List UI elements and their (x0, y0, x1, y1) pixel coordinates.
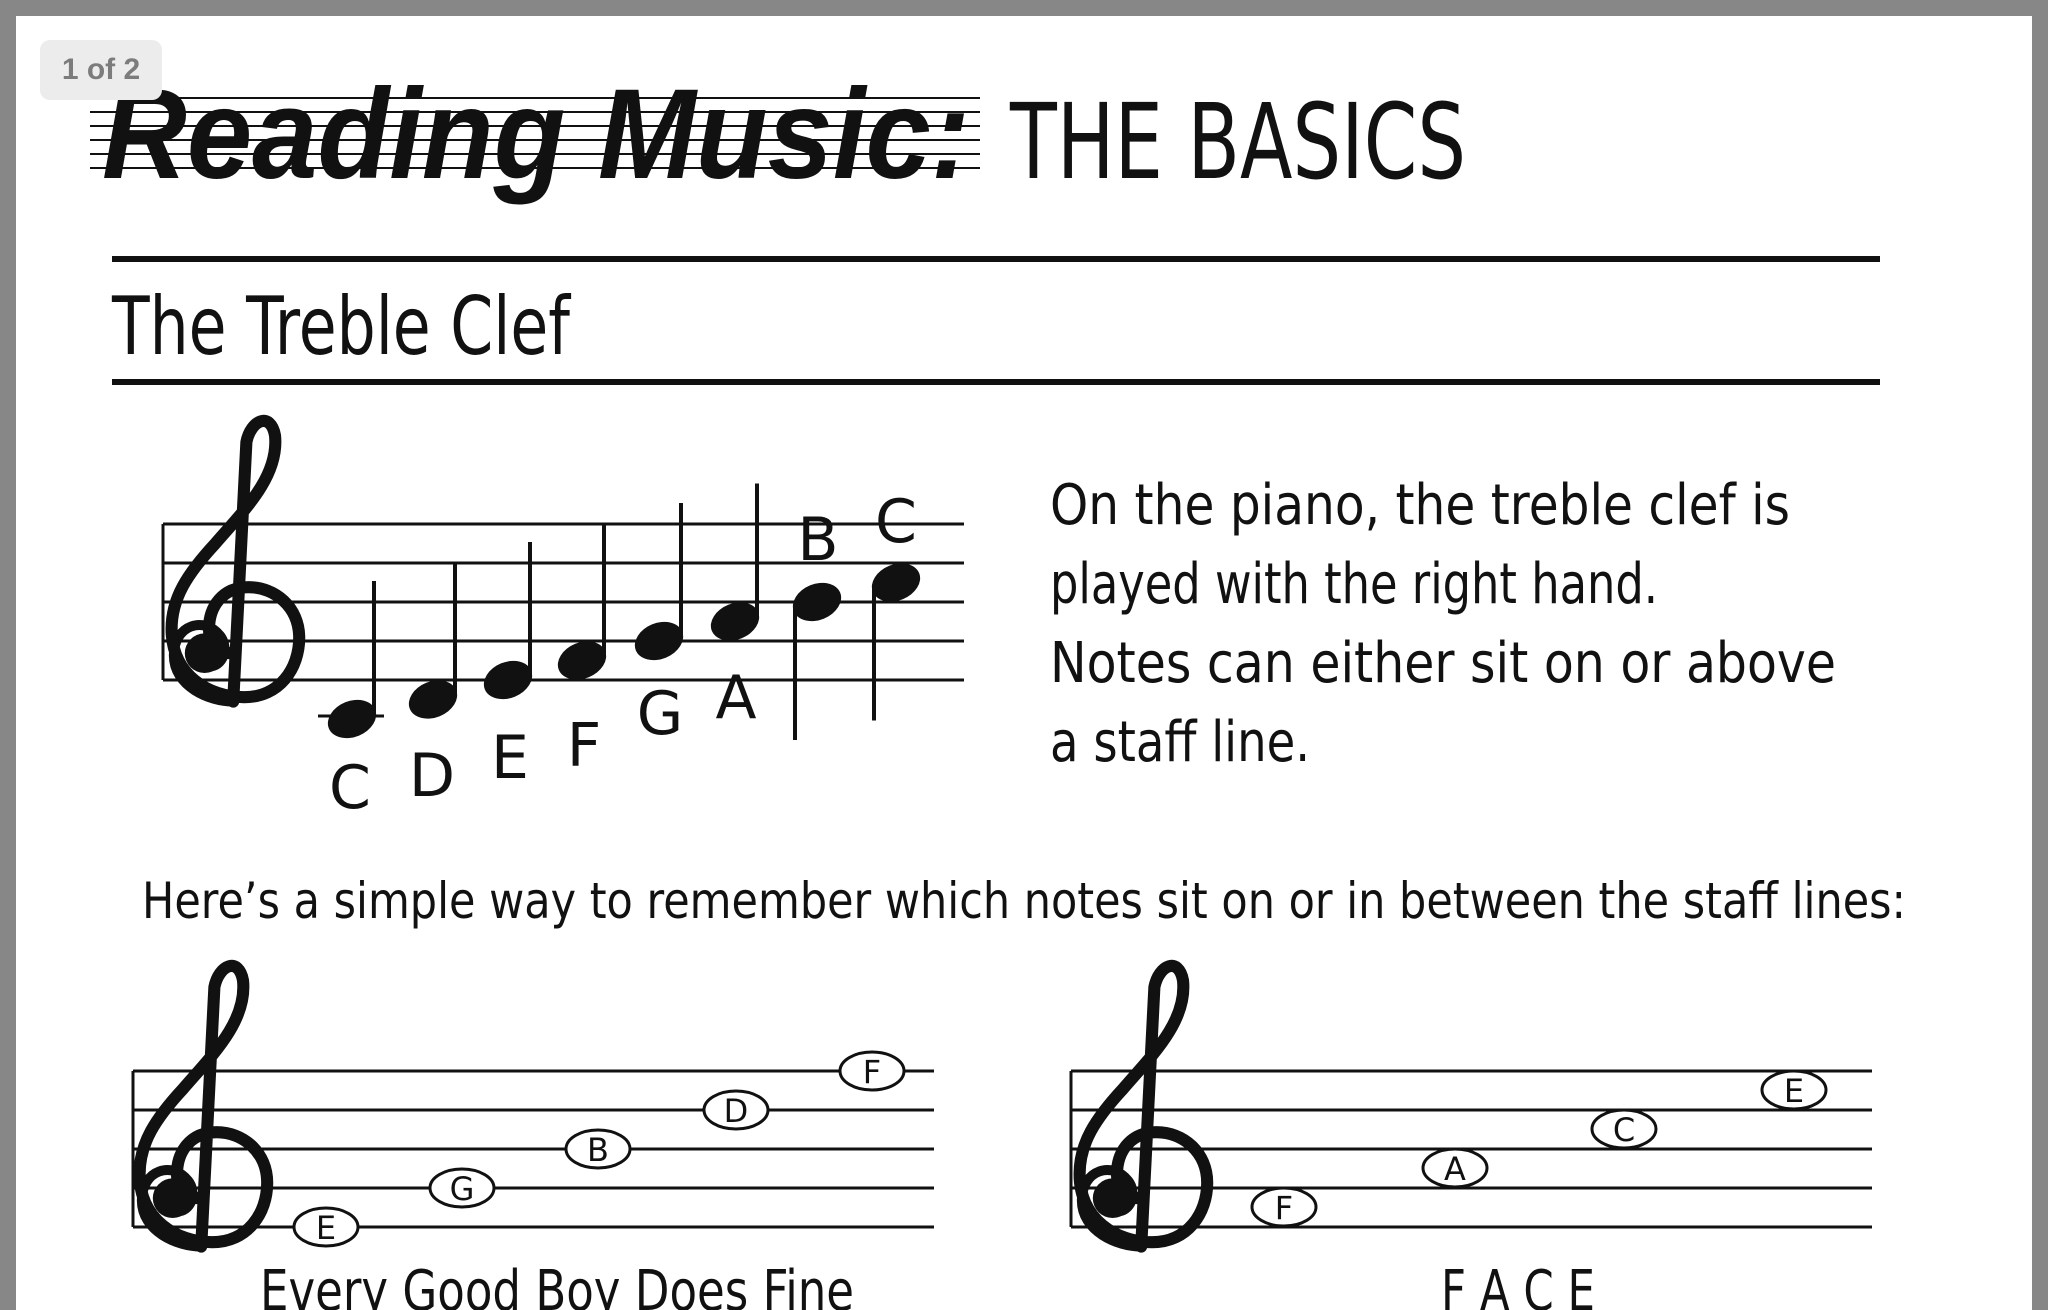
lines-note-d-label: D (724, 1092, 749, 1130)
intro-paragraph: On the piano, the treble clef is played … (1050, 473, 1836, 775)
spaces-note-c: C (1590, 1108, 1658, 1150)
spaces-note-f: F (1250, 1186, 1318, 1228)
scale-label-b: B (797, 505, 838, 575)
scale-label-c: C (329, 753, 371, 823)
page-indicator: 1 of 2 (40, 40, 162, 100)
worksheet-content: Reading Music: THE BASICS The Treble Cle… (90, 63, 1906, 1310)
treble-clef-icon (140, 966, 268, 1247)
spaces-note-a-label: A (1444, 1150, 1466, 1188)
intro-line-4: a staff line. (1050, 710, 1310, 775)
spaces-note-c-label: C (1613, 1111, 1635, 1149)
scale-label-a: A (715, 663, 756, 733)
section-title: The Treble Clef (111, 280, 571, 373)
scale-note-e (483, 542, 533, 700)
treble-clef-icon (172, 421, 300, 702)
scale-note-d (408, 561, 458, 719)
intro-line-1: On the piano, the treble clef is (1050, 473, 1790, 538)
treble-clef-icon (1080, 966, 1208, 1247)
lines-staff: E G B D F Every Good Boy Does Fine (131, 966, 934, 1310)
title-reading-music: Reading Music: (102, 63, 970, 206)
scale-labels: C D E F G A B C (329, 487, 917, 823)
intro-line-3: Notes can either sit on or above (1050, 631, 1836, 696)
tip-text: Here’s a simple way to remember which no… (142, 872, 1906, 930)
lines-note-e-label: E (316, 1209, 336, 1247)
scale-label-c-high: C (875, 487, 917, 557)
scale-note-c (327, 581, 377, 739)
scale-staff: C D E F G A B C (161, 421, 964, 823)
scale-note-a (710, 483, 760, 641)
lines-note-b: B (564, 1128, 632, 1170)
scale-note-f (557, 522, 607, 680)
scale-label-e: E (491, 723, 529, 793)
scale-note-b (792, 582, 842, 740)
title-the-basics: THE BASICS (1009, 81, 1466, 203)
lines-note-g-label: G (450, 1170, 475, 1208)
scale-note-g (634, 503, 684, 661)
intro-line-2: played with the right hand. (1050, 552, 1658, 617)
lines-mnemonic: Every Good Boy Does Fine (260, 1259, 854, 1310)
spaces-mnemonic: F A C E (1441, 1259, 1595, 1310)
lines-note-e: E (292, 1206, 360, 1248)
scale-label-d: D (409, 741, 455, 811)
lines-note-b-label: B (587, 1131, 609, 1169)
lines-note-d: D (702, 1089, 770, 1131)
lines-note-f-label: F (863, 1053, 881, 1091)
lines-note-f: F (838, 1050, 906, 1092)
spaces-note-e: E (1760, 1069, 1828, 1111)
lines-note-g: G (428, 1167, 496, 1209)
spaces-staff: F A C E F A C E (1069, 966, 1872, 1310)
spaces-note-f-label: F (1275, 1189, 1293, 1227)
scale-label-g: G (637, 679, 684, 749)
scale-label-f: F (567, 711, 602, 781)
spaces-note-a: A (1421, 1147, 1489, 1189)
spaces-note-e-label: E (1784, 1072, 1804, 1110)
scale-note-c-high (871, 563, 921, 721)
